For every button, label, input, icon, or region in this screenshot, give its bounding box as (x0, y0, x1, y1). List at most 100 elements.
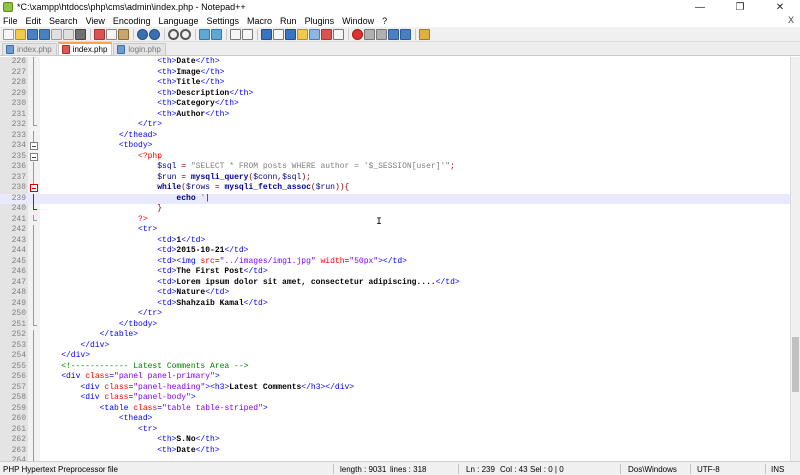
undo-icon[interactable] (137, 28, 148, 40)
code-line: 255 <!------------ Latest Comments Area … (11, 361, 249, 373)
zoom-out-icon[interactable] (211, 28, 222, 40)
user-defined-language-icon[interactable] (297, 28, 308, 40)
menu-plugins[interactable]: Plugins (305, 16, 335, 26)
save-icon[interactable] (27, 28, 38, 40)
code-line: 227 <th>Image</th> (11, 67, 225, 79)
toolbar-separator (90, 28, 91, 40)
menu-encoding[interactable]: Encoding (113, 16, 151, 26)
code-line: 242 <tr> (11, 225, 158, 236)
code-line: 253 </div> (11, 340, 110, 352)
code-line: 249 <td>Shahzaib Kamal</td> (11, 298, 268, 310)
menu-view[interactable]: View (86, 16, 105, 26)
code-line: 248 <td>Nature</td> (11, 288, 230, 299)
toolbar-separator (133, 28, 134, 40)
fold-toggle[interactable] (30, 152, 38, 161)
code-line: 238 while($rows = mysqli_fetch_assoc($ru… (11, 183, 350, 192)
window-title: *C:\xampp\htdocs\php\cms\admin\index.php… (17, 2, 246, 12)
find-icon[interactable] (168, 28, 179, 40)
fold-toggle[interactable] (30, 142, 38, 150)
code-line: 236 $sql = "SELECT * FROM posts WHERE au… (11, 162, 455, 173)
redo-icon[interactable] (149, 28, 160, 40)
indent-guide-icon[interactable] (285, 28, 296, 40)
sync-horizontal-icon[interactable] (242, 28, 253, 40)
paste-icon[interactable] (118, 28, 129, 40)
code-line: 245 <td><img src="../images/img1.jpg" wi… (11, 256, 407, 268)
code-line: 251 </tbody> (11, 319, 158, 329)
show-all-characters-icon[interactable] (273, 28, 284, 40)
code-line: 230 <th>Category</th> (11, 99, 239, 110)
tab-index-php-2[interactable]: index.php (57, 42, 113, 55)
run-macro-multiple-icon[interactable] (388, 28, 399, 40)
scrollbar-thumb[interactable] (792, 337, 799, 392)
playback-macro-icon[interactable] (376, 28, 387, 40)
menu-edit[interactable]: Edit (26, 16, 42, 26)
word-wrap-icon[interactable] (261, 28, 272, 40)
code-editor[interactable]: 226 <th>Date</th> 227 <th>Image</th> 228… (0, 57, 800, 461)
tab-label: index.php (72, 45, 108, 54)
status-length: length : 9031 (340, 465, 387, 474)
close-file-icon[interactable] (51, 28, 62, 40)
menu-file[interactable]: File (3, 16, 18, 26)
close-document-button[interactable]: X (788, 14, 794, 27)
code-line: 260 <thead> (11, 414, 153, 425)
menu-bar: File Edit Search View Encoding Language … (0, 14, 800, 27)
tab-bar: index.php index.php login.php (0, 42, 800, 56)
zoom-in-icon[interactable] (199, 28, 210, 40)
code-line-current: 239 echo '| (0, 193, 790, 205)
status-insert-mode: INS (771, 465, 785, 474)
record-macro-icon[interactable] (352, 28, 363, 40)
tab-login-php[interactable]: login.php (113, 43, 166, 55)
minimize-button[interactable]: — (680, 0, 720, 14)
open-folder-icon[interactable] (15, 28, 26, 40)
toolbar-separator (415, 28, 416, 40)
status-encoding: UTF-8 (697, 465, 720, 474)
code-line: 241 ?> (11, 214, 148, 224)
cut-icon[interactable] (94, 28, 105, 40)
maximize-button[interactable]: ❐ (720, 0, 760, 14)
code-line: 244 <td>2015-10-21</td> (11, 246, 249, 257)
code-line: 246 <td>The First Post</td> (11, 267, 268, 278)
fold-toggle[interactable] (30, 184, 38, 192)
code-line: 233 </thead> (11, 130, 158, 142)
code-line: 263 <th>Date</th> (11, 445, 220, 457)
menu-search[interactable]: Search (49, 16, 78, 26)
menu-run[interactable]: Run (280, 16, 297, 26)
menu-window[interactable]: Window (342, 16, 374, 26)
document-map-icon[interactable] (309, 28, 320, 40)
save-all-icon[interactable] (39, 28, 50, 40)
replace-icon[interactable] (180, 28, 191, 40)
plugin-icon[interactable] (419, 28, 430, 40)
code-line: 252 </table> (11, 330, 139, 341)
tab-index-php-1[interactable]: index.php (2, 43, 57, 55)
close-all-icon[interactable] (63, 28, 74, 40)
saved-file-icon (6, 45, 14, 54)
tab-label: login.php (128, 45, 161, 54)
status-language: PHP Hypertext Preprocessor file (3, 465, 119, 474)
new-file-icon[interactable] (3, 28, 14, 40)
tab-label: index.php (17, 45, 52, 54)
code-line: 229 <th>Description</th> (11, 88, 254, 100)
sync-vertical-icon[interactable] (230, 28, 241, 40)
print-icon[interactable] (75, 28, 86, 40)
function-list-icon[interactable] (321, 28, 332, 40)
menu-help[interactable]: ? (382, 16, 387, 26)
code-line: 234 <tbody> (11, 141, 153, 150)
status-eol: Dos\Windows (628, 465, 677, 474)
status-bar: PHP Hypertext Preprocessor file length :… (0, 461, 800, 475)
close-button[interactable]: ✕ (760, 0, 800, 14)
code-line: 259 <table class="table table-striped"> (11, 403, 268, 415)
toolbar-separator (164, 28, 165, 40)
menu-macro[interactable]: Macro (247, 16, 272, 26)
status-line-number: Ln : 239 (466, 465, 495, 474)
vertical-scrollbar[interactable] (790, 57, 800, 461)
code-line: 247 <td>Lorem ipsum dolor sit amet, cons… (11, 277, 460, 289)
code-line: 226 <th>Date</th> (11, 57, 220, 68)
menu-language[interactable]: Language (158, 16, 198, 26)
copy-icon[interactable] (106, 28, 117, 40)
stop-recording-icon[interactable] (364, 28, 375, 40)
title-bar: *C:\xampp\htdocs\php\cms\admin\index.php… (0, 0, 800, 14)
save-macro-icon[interactable] (400, 28, 411, 40)
menu-settings[interactable]: Settings (207, 16, 240, 26)
folder-as-workspace-icon[interactable] (333, 28, 344, 40)
code-line: 261 <tr> (11, 424, 158, 436)
